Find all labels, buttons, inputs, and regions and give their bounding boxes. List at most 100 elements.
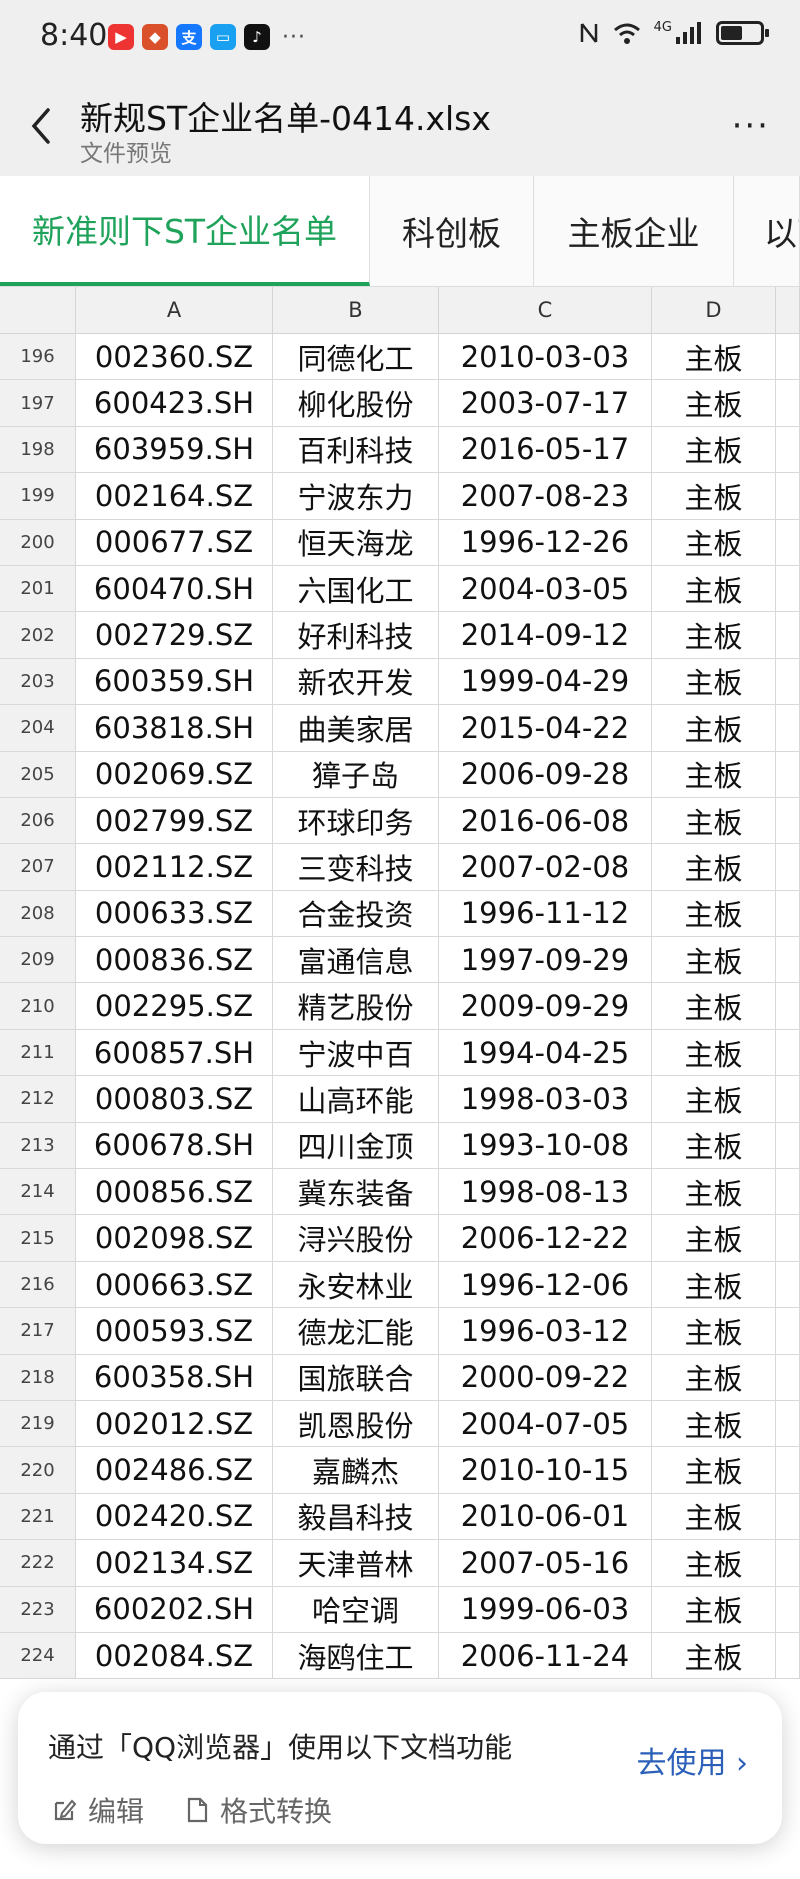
cell-partial-e[interactable] (776, 1447, 800, 1493)
cell-listing-date[interactable]: 2010-06-01 (439, 1493, 652, 1540)
cell-board[interactable]: 主板 (652, 1122, 776, 1169)
cell-listing-date[interactable]: 1996-12-26 (439, 519, 652, 565)
cell-listing-date[interactable]: 2000-09-22 (439, 1354, 652, 1400)
cell-company-name[interactable]: 富通信息 (273, 937, 439, 983)
cell-partial-e[interactable] (776, 1493, 800, 1540)
cell-board[interactable]: 主板 (652, 1308, 776, 1354)
cell-company-name[interactable]: 合金投资 (273, 890, 439, 937)
cell-company-name[interactable]: 冀东装备 (273, 1169, 439, 1215)
cell-board[interactable]: 主板 (652, 1076, 776, 1122)
cell-listing-date[interactable]: 1996-03-12 (439, 1308, 652, 1354)
row-number[interactable]: 213 (0, 1122, 76, 1169)
cell-stock-code[interactable]: 600678.SH (76, 1122, 273, 1169)
cell-listing-date[interactable]: 2004-07-05 (439, 1400, 652, 1447)
cell-stock-code[interactable]: 600423.SH (76, 380, 273, 426)
row-number[interactable]: 210 (0, 983, 76, 1029)
cell-board[interactable]: 主板 (652, 1354, 776, 1400)
cell-stock-code[interactable]: 002360.SZ (76, 334, 273, 380)
cell-company-name[interactable]: 恒天海龙 (273, 519, 439, 565)
cell-company-name[interactable]: 毅昌科技 (273, 1493, 439, 1540)
row-number[interactable]: 223 (0, 1586, 76, 1632)
cell-company-name[interactable]: 四川金顶 (273, 1122, 439, 1169)
row-number[interactable]: 202 (0, 612, 76, 658)
column-header-c[interactable]: C (439, 287, 652, 333)
cell-company-name[interactable]: 永安林业 (273, 1261, 439, 1308)
cell-stock-code[interactable]: 002295.SZ (76, 983, 273, 1029)
cell-board[interactable]: 主板 (652, 565, 776, 612)
cell-board[interactable]: 主板 (652, 1493, 776, 1540)
cell-company-name[interactable]: 同德化工 (273, 334, 439, 380)
cell-board[interactable]: 主板 (652, 983, 776, 1029)
cell-company-name[interactable]: 天津普林 (273, 1540, 439, 1586)
cell-stock-code[interactable]: 000663.SZ (76, 1261, 273, 1308)
cell-stock-code[interactable]: 600202.SH (76, 1586, 273, 1632)
cell-partial-e[interactable] (776, 751, 800, 797)
row-number[interactable]: 206 (0, 797, 76, 844)
row-number[interactable]: 211 (0, 1029, 76, 1076)
row-number[interactable]: 221 (0, 1493, 76, 1540)
row-number[interactable]: 207 (0, 844, 76, 890)
cell-board[interactable]: 主板 (652, 844, 776, 890)
cell-stock-code[interactable]: 600857.SH (76, 1029, 273, 1076)
cell-board[interactable]: 主板 (652, 705, 776, 751)
row-number[interactable]: 217 (0, 1308, 76, 1354)
cell-stock-code[interactable]: 002012.SZ (76, 1400, 273, 1447)
cell-stock-code[interactable]: 002112.SZ (76, 844, 273, 890)
cell-listing-date[interactable]: 2016-06-08 (439, 797, 652, 844)
cell-company-name[interactable]: 柳化股份 (273, 380, 439, 426)
cell-stock-code[interactable]: 600358.SH (76, 1354, 273, 1400)
cell-listing-date[interactable]: 2010-10-15 (439, 1447, 652, 1493)
cell-company-name[interactable]: 哈空调 (273, 1586, 439, 1632)
cell-company-name[interactable]: 环球印务 (273, 797, 439, 844)
cell-listing-date[interactable]: 2007-02-08 (439, 844, 652, 890)
edit-action[interactable]: 编辑 (52, 1790, 144, 1830)
column-header-e[interactable] (776, 287, 800, 333)
cell-board[interactable]: 主板 (652, 1029, 776, 1076)
cell-listing-date[interactable]: 1994-04-25 (439, 1029, 652, 1076)
row-number[interactable]: 208 (0, 890, 76, 937)
cell-board[interactable]: 主板 (652, 1632, 776, 1679)
cell-company-name[interactable]: 好利科技 (273, 612, 439, 658)
cell-partial-e[interactable] (776, 380, 800, 426)
cell-stock-code[interactable]: 000803.SZ (76, 1076, 273, 1122)
cell-partial-e[interactable] (776, 983, 800, 1029)
row-number[interactable]: 209 (0, 937, 76, 983)
cell-company-name[interactable]: 獐子岛 (273, 751, 439, 797)
cell-board[interactable]: 主板 (652, 1215, 776, 1261)
more-menu-button[interactable]: ··· (732, 106, 770, 146)
cell-company-name[interactable]: 国旅联合 (273, 1354, 439, 1400)
cell-partial-e[interactable] (776, 1308, 800, 1354)
cell-partial-e[interactable] (776, 797, 800, 844)
cell-listing-date[interactable]: 1997-09-29 (439, 937, 652, 983)
row-number[interactable]: 204 (0, 705, 76, 751)
column-header-d[interactable]: D (652, 287, 776, 333)
cell-company-name[interactable]: 海鸥住工 (273, 1632, 439, 1679)
cell-company-name[interactable]: 嘉麟杰 (273, 1447, 439, 1493)
cell-stock-code[interactable]: 002486.SZ (76, 1447, 273, 1493)
cell-partial-e[interactable] (776, 519, 800, 565)
cell-partial-e[interactable] (776, 844, 800, 890)
cell-partial-e[interactable] (776, 1029, 800, 1076)
cell-partial-e[interactable] (776, 1261, 800, 1308)
cell-board[interactable]: 主板 (652, 1540, 776, 1586)
cell-listing-date[interactable]: 1998-03-03 (439, 1076, 652, 1122)
cell-partial-e[interactable] (776, 1169, 800, 1215)
cell-stock-code[interactable]: 002420.SZ (76, 1493, 273, 1540)
cell-listing-date[interactable]: 2016-05-17 (439, 426, 652, 473)
cell-stock-code[interactable]: 002098.SZ (76, 1215, 273, 1261)
cell-listing-date[interactable]: 2006-12-22 (439, 1215, 652, 1261)
row-number[interactable]: 201 (0, 565, 76, 612)
cell-board[interactable]: 主板 (652, 1586, 776, 1632)
cell-listing-date[interactable]: 2009-09-29 (439, 983, 652, 1029)
cell-stock-code[interactable]: 002134.SZ (76, 1540, 273, 1586)
row-number[interactable]: 216 (0, 1261, 76, 1308)
cell-listing-date[interactable]: 1999-06-03 (439, 1586, 652, 1632)
cell-listing-date[interactable]: 1993-10-08 (439, 1122, 652, 1169)
cell-partial-e[interactable] (776, 565, 800, 612)
cell-partial-e[interactable] (776, 426, 800, 473)
cell-board[interactable]: 主板 (652, 612, 776, 658)
row-number[interactable]: 220 (0, 1447, 76, 1493)
cell-company-name[interactable]: 山高环能 (273, 1076, 439, 1122)
row-number[interactable]: 218 (0, 1354, 76, 1400)
cell-stock-code[interactable]: 000593.SZ (76, 1308, 273, 1354)
